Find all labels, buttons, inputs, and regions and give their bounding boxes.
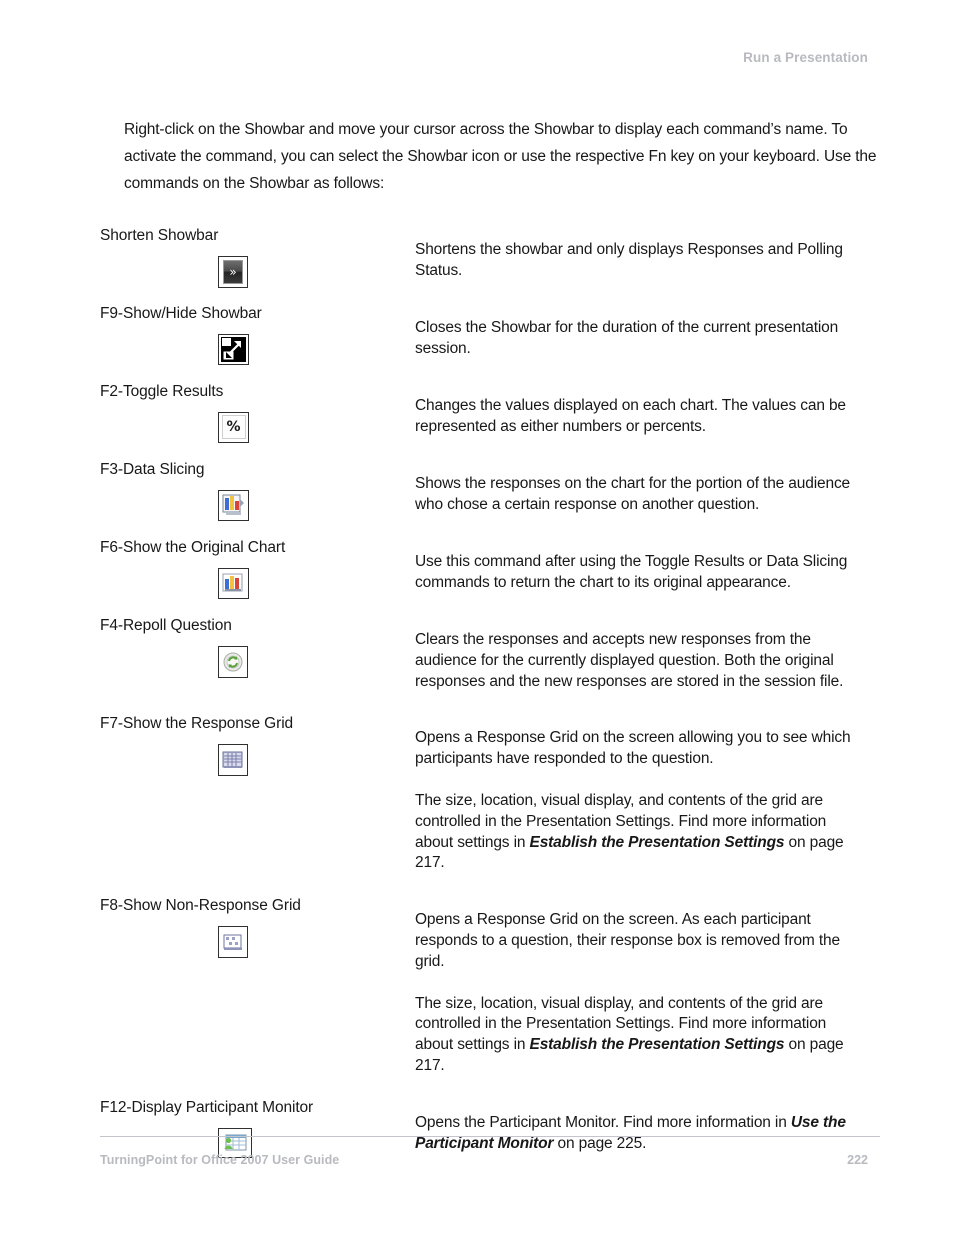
command-description: Closes the Showbar for the duration of t…	[415, 319, 839, 357]
data-slicing-chart-icon	[218, 489, 249, 521]
refresh-circle-icon	[218, 645, 248, 678]
cross-reference-link[interactable]: Establish the Presentation Settings	[530, 1036, 785, 1053]
command-description: The size, location, visual display, and …	[415, 791, 867, 874]
command-icon-cell	[100, 333, 413, 376]
response-grid-icon	[218, 743, 248, 776]
command-icon-cell	[100, 567, 413, 610]
command-row: F4-Repoll Question Clears the responses a…	[100, 614, 880, 708]
double-chevron-right-icon: »	[218, 255, 248, 288]
command-description: The size, location, visual display, and …	[415, 994, 867, 1077]
command-description: Opens a Response Grid on the screen. As …	[415, 911, 840, 970]
command-name: F3-Data Slicing	[100, 460, 205, 478]
command-description-cell: Shortens the showbar and only displays R…	[413, 224, 880, 298]
footer-divider	[100, 1136, 880, 1137]
command-name: F6-Show the Original Chart	[100, 538, 286, 556]
command-description-cell: Opens the Participant Monitor. Find more…	[413, 1096, 880, 1170]
command-description-cell: Closes the Showbar for the duration of t…	[413, 302, 880, 376]
command-label-cell: F8-Show Non-Response Grid	[100, 894, 413, 968]
command-row: F7-Show the Response Grid Opens a Respons…	[100, 712, 880, 890]
command-label-cell: F4-Repoll Question	[100, 614, 413, 688]
command-icon-cell	[100, 925, 413, 968]
command-row: F2-Toggle Results% Changes the values dis…	[100, 380, 880, 454]
command-label-cell: F3-Data Slicing	[100, 458, 413, 532]
cross-reference-link[interactable]: Establish the Presentation Settings	[530, 834, 785, 851]
command-row: F3-Data Slicing Shows the responses on th…	[100, 458, 880, 532]
command-name: F2-Toggle Results	[100, 382, 224, 400]
command-label-cell: Shorten Showbar »	[100, 224, 413, 298]
bar-chart-icon	[218, 567, 249, 599]
command-description: Use this command after using the Toggle …	[415, 553, 848, 591]
resize-diagonal-arrow-icon	[218, 333, 249, 365]
percent-sign-icon: %	[218, 411, 249, 443]
command-label-cell: F6-Show the Original Chart	[100, 536, 413, 610]
command-icon-cell	[100, 489, 413, 532]
command-row: F9-Show/Hide Showbar Closes the Showbar f…	[100, 302, 880, 376]
command-label-cell: F7-Show the Response Grid	[100, 712, 413, 786]
description-text-tail: on page 225.	[553, 1134, 647, 1152]
command-description-cell: Shows the responses on the chart for the…	[413, 458, 880, 532]
command-description: Opens a Response Grid on the screen allo…	[415, 729, 851, 768]
description-text: Opens the Participant Monitor. Find more…	[415, 1113, 791, 1131]
command-name: F8-Show Non-Response Grid	[100, 896, 301, 914]
command-row: F8-Show Non-Response Grid Opens a Respons…	[100, 894, 880, 1093]
command-name: F9-Show/Hide Showbar	[100, 304, 262, 322]
page-content: Right-click on the Showbar and move your…	[100, 100, 880, 1174]
command-description-cell: Opens a Response Grid on the screen allo…	[413, 712, 880, 890]
running-header: Run a Presentation	[743, 50, 868, 65]
intro-paragraph: Right-click on the Showbar and move your…	[124, 120, 877, 192]
command-description: Shows the responses on the chart for the…	[415, 475, 851, 513]
showbar-commands-table: Shorten Showbar » Shortens the showbar and…	[100, 224, 880, 1171]
command-label-cell: F2-Toggle Results%	[100, 380, 413, 454]
command-name: F4-Repoll Question	[100, 616, 232, 634]
document-page: Run a Presentation Right-click on the Sh…	[0, 0, 954, 1235]
command-description-cell: Use this command after using the Toggle …	[413, 536, 880, 610]
footer-guide-title: TurningPoint for Office 2007 User Guide	[100, 1153, 340, 1167]
command-description: Shortens the showbar and only displays R…	[415, 241, 843, 279]
command-icon-cell	[100, 645, 413, 688]
command-icon-cell: »	[100, 255, 413, 298]
command-description: Changes the values displayed on each cha…	[415, 397, 846, 435]
footer-page-number: 222	[847, 1153, 868, 1167]
command-icon-cell: %	[100, 411, 413, 454]
command-row: Shorten Showbar » Shortens the showbar and…	[100, 224, 880, 298]
command-name: Shorten Showbar	[100, 226, 219, 244]
command-description-cell: Opens a Response Grid on the screen. As …	[413, 894, 880, 1093]
command-row: F6-Show the Original Chart Use this comma…	[100, 536, 880, 610]
command-label-cell: F9-Show/Hide Showbar	[100, 302, 413, 376]
command-description: Opens the Participant Monitor. Find more…	[415, 1113, 867, 1155]
command-name: F7-Show the Response Grid	[100, 714, 294, 732]
non-response-grid-icon	[218, 925, 248, 958]
command-icon-cell	[100, 743, 413, 786]
command-description-cell: Clears the responses and accepts new res…	[413, 614, 880, 708]
command-description: Clears the responses and accepts new res…	[415, 631, 844, 690]
command-name: F12-Display Participant Monitor	[100, 1099, 314, 1117]
command-description-cell: Changes the values displayed on each cha…	[413, 380, 880, 454]
